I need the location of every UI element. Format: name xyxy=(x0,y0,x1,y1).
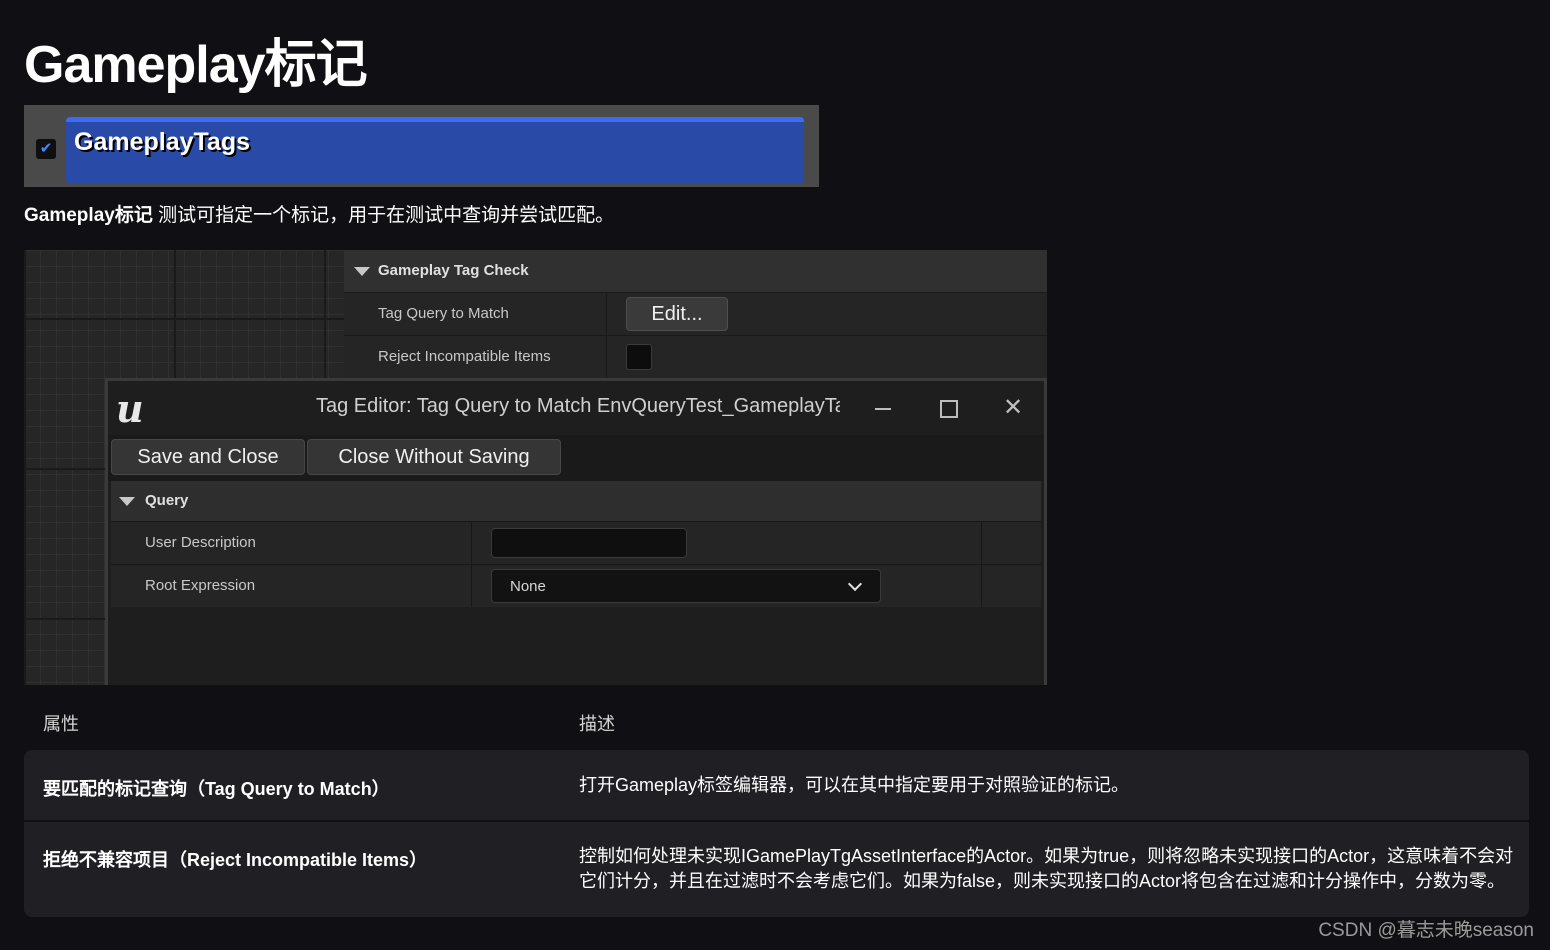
cell-name: 要匹配的标记查询（Tag Query to Match） xyxy=(43,779,390,799)
maximize-icon[interactable] xyxy=(931,391,965,425)
tag-editor-window: u Tag Editor: Tag Query to Match EnvQuer… xyxy=(105,378,1047,685)
reject-incompatible-checkbox[interactable] xyxy=(626,344,652,370)
intro-paragraph: Gameplay标记 测试可指定一个标记，用于在测试中查询并尝试匹配。 xyxy=(24,200,614,227)
expand-triangle-icon[interactable] xyxy=(354,267,370,276)
row-tag-query-to-match: Tag Query to Match Edit... xyxy=(344,292,1047,335)
prop-label: Tag Query to Match xyxy=(378,305,509,322)
section-query[interactable]: Query xyxy=(111,481,1041,521)
root-expression-dropdown[interactable]: None xyxy=(491,569,881,603)
header-description: 描述 xyxy=(579,714,615,734)
details-panel: Gameplay Tag Check Tag Query to Match Ed… xyxy=(344,250,1047,380)
watermark: CSDN @暮志未晚season xyxy=(1318,920,1534,941)
column-divider[interactable] xyxy=(606,293,607,335)
document-page: Gameplay标记 ✔ GameplayTags Gameplay标记 测试可… xyxy=(0,0,1550,950)
row-root-expression: Root Expression None xyxy=(111,564,1041,607)
edit-button[interactable]: Edit... xyxy=(626,297,728,331)
prop-label: Reject Incompatible Items xyxy=(378,348,551,365)
column-divider[interactable] xyxy=(606,336,607,378)
editor-toolbar: Save and Close Close Without Saving xyxy=(108,435,1044,481)
section-gameplay-tag-check[interactable]: Gameplay Tag Check xyxy=(344,250,1047,292)
column-divider[interactable] xyxy=(471,522,472,564)
row-reject-incompatible-items: Reject Incompatible Items xyxy=(344,335,1047,378)
cell-name: 拒绝不兼容项目（Reject Incompatible Items） xyxy=(43,850,428,870)
close-without-saving-button[interactable]: Close Without Saving xyxy=(307,439,561,475)
intro-text: 测试可指定一个标记，用于在测试中查询并尝试匹配。 xyxy=(152,205,615,226)
section-label: Gameplay Tag Check xyxy=(378,262,529,279)
checkbox-checked-icon: ✔ xyxy=(36,139,56,159)
user-description-input[interactable] xyxy=(491,528,687,558)
cell-description: 打开Gameplay标签编辑器，可以在其中指定要用于对照验证的标记。 xyxy=(579,775,1130,795)
chevron-down-icon xyxy=(847,576,863,592)
editor-screenshot: Gameplay Tag Check Tag Query to Match Ed… xyxy=(24,250,1047,685)
column-divider xyxy=(981,522,982,564)
section-label: Query xyxy=(145,492,189,509)
editor-body: Query User Description Root Expression N… xyxy=(108,481,1044,685)
prop-label: Root Expression xyxy=(145,577,256,594)
unreal-logo-icon: u xyxy=(116,386,144,431)
dropdown-value: None xyxy=(510,578,546,595)
column-divider xyxy=(981,565,982,607)
table-body: 要匹配的标记查询（Tag Query to Match） 打开Gameplay标… xyxy=(24,750,1529,917)
table-row: 要匹配的标记查询（Tag Query to Match） 打开Gameplay标… xyxy=(24,750,1529,820)
save-and-close-button[interactable]: Save and Close xyxy=(111,439,305,475)
column-divider[interactable] xyxy=(471,565,472,607)
table-row: 拒绝不兼容项目（Reject Incompatible Items） 控制如何处… xyxy=(24,822,1529,917)
expand-triangle-icon[interactable] xyxy=(119,497,135,506)
close-icon[interactable]: ✕ xyxy=(996,391,1030,425)
node-title-bar: GameplayTags xyxy=(66,117,804,183)
minimize-icon[interactable] xyxy=(866,391,900,425)
node-title-label: GameplayTags xyxy=(74,128,251,156)
header-property: 属性 xyxy=(43,714,79,734)
window-title: Tag Editor: Tag Query to Match EnvQueryT… xyxy=(316,395,840,417)
prop-label: User Description xyxy=(145,534,256,551)
gameplay-tags-node-image: ✔ GameplayTags xyxy=(24,105,819,187)
window-titlebar[interactable]: u Tag Editor: Tag Query to Match EnvQuer… xyxy=(108,381,1044,435)
intro-bold: Gameplay标记 xyxy=(24,205,153,226)
row-user-description: User Description xyxy=(111,521,1041,564)
cell-description: 控制如何处理未实现IGamePlayTgAssetInterface的Actor… xyxy=(579,846,1514,891)
page-title: Gameplay标记 xyxy=(24,36,368,94)
